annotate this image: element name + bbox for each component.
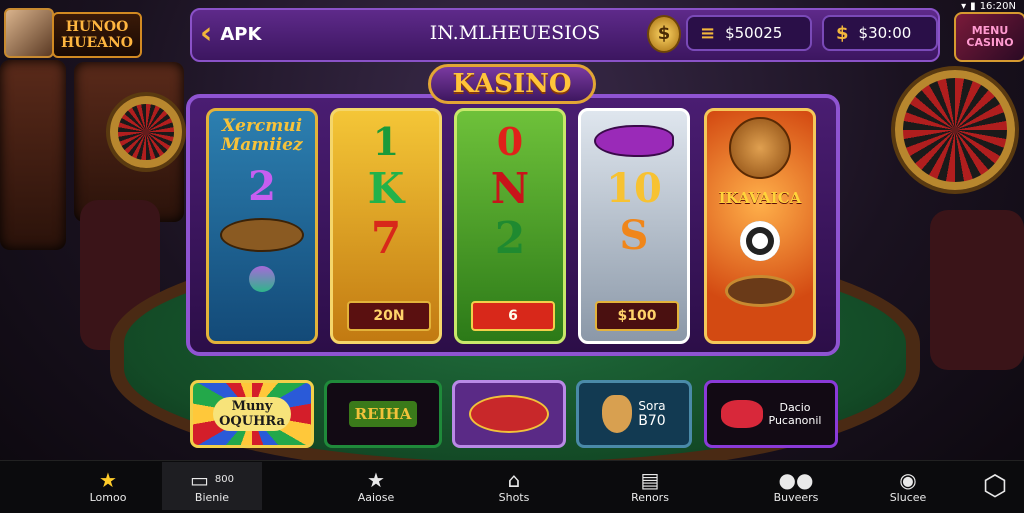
nav-item-settings[interactable]: ⬡ <box>966 462 1024 510</box>
reel-4-symbol-2: 10 <box>606 165 662 212</box>
star-outline-icon: ★ <box>367 467 385 492</box>
info-icon: ◉ <box>899 467 917 492</box>
game-tile-2-label: REIHA <box>348 401 418 427</box>
reel-4-symbol-3: S <box>619 212 649 259</box>
game-tile-5-text: Dacio Pucanonil <box>769 401 822 427</box>
fish-icon <box>469 395 549 433</box>
turtle-icon <box>220 218 304 252</box>
card-icon: ▭ <box>190 467 209 492</box>
reel-5-label: IKAVAICA <box>718 189 802 207</box>
game-tile-5[interactable]: Dacio Pucanonil <box>704 380 838 448</box>
reel-1-title: Xercmui Mamiiez <box>221 116 303 155</box>
nav-label: Aaiose <box>357 490 395 504</box>
reel-2-symbol-3: 7 <box>370 213 402 264</box>
wifi-icon: ▾ <box>961 0 967 12</box>
nav-label: Bienie <box>194 490 230 504</box>
page-title: IN.MLHEUESIOS <box>429 22 601 44</box>
nav-label: Lomoo <box>89 490 127 504</box>
reel-1-symbol-2: 2 <box>248 163 276 210</box>
status-time: 16:20N <box>979 0 1016 12</box>
nav-item-aaiose[interactable]: ★ Aaiose <box>336 462 416 510</box>
reel-3-symbol-1: 0 <box>496 119 524 164</box>
kasino-banner: KASINO <box>428 64 596 104</box>
dice-icon <box>720 400 763 428</box>
brand-logo: HUNOO HUEANO <box>52 12 142 58</box>
nav-item-lomoo[interactable]: ★ Lomoo <box>66 462 150 510</box>
ball-icon <box>249 266 275 292</box>
chevron-left-icon: ‹ <box>200 16 213 51</box>
balance-2-value: $30:00 <box>858 24 912 42</box>
reel-2-symbol-2: K <box>367 164 405 213</box>
reel-2[interactable]: 1 K 7 20N <box>330 108 442 344</box>
background-slot-machine-left <box>0 60 66 250</box>
nav-item-bienie[interactable]: ▭ 800 Bienie <box>162 462 262 510</box>
reel-4[interactable]: 10 S $100 <box>578 108 690 344</box>
balance-pill-1[interactable]: ≡ $50025 <box>686 15 812 51</box>
reel-2-symbol-1: 1 <box>372 119 400 164</box>
game-tile-1[interactable]: Muny OQUHRa <box>190 380 314 448</box>
balance-1-value: $50025 <box>725 24 783 42</box>
users-icon: ●● <box>778 467 814 492</box>
reel-1[interactable]: Xercmui Mamiiez 2 <box>206 108 318 344</box>
nav-label: Renors <box>631 490 669 504</box>
balance-pill-2[interactable]: $ $30:00 <box>822 15 938 51</box>
game-tile-3[interactable] <box>452 380 566 448</box>
coin-icon[interactable]: $ <box>647 15 681 53</box>
star-icon: ★ <box>99 467 117 492</box>
game-tile-5-label: Dacio <box>779 401 811 414</box>
settings-icon: ⬡ <box>982 469 1008 502</box>
nav-item-renors[interactable]: ▤ Renors <box>610 462 690 510</box>
nav-item-shots[interactable]: ⌂ Shots <box>474 462 554 510</box>
reel-4-payout: $100 <box>595 301 679 331</box>
game-tile-5-sub: Pucanonil <box>768 414 822 427</box>
nav-label: Shots <box>498 490 530 504</box>
game-tile-4-value: B70 <box>638 413 666 429</box>
nav-item-buveers[interactable]: ●● Buveers <box>754 462 838 510</box>
background-roulette-right <box>895 70 1015 190</box>
game-tile-1-label: Muny OQUHRa <box>213 397 291 431</box>
menu-lines-icon: ≡ <box>700 22 716 44</box>
nav-icon-row: ▭ 800 <box>190 469 234 491</box>
menu-thumbnail[interactable]: MENU CASINO <box>954 12 1024 62</box>
back-label: APK <box>220 23 262 45</box>
dice-icon <box>740 221 780 261</box>
status-bar: ▾ ▮ 16:20N <box>961 0 1016 12</box>
game-tile-4[interactable]: Sora B70 <box>576 380 692 448</box>
reel-3-symbol-3: 2 <box>494 213 526 264</box>
nav-badge: 800 <box>214 474 234 485</box>
signal-icon: ▮ <box>970 0 976 12</box>
lion-icon <box>729 117 791 179</box>
reel-3-symbol-2: N <box>490 164 530 213</box>
dog-icon <box>602 395 633 433</box>
avatar[interactable] <box>4 8 54 58</box>
back-button[interactable]: ‹ APK <box>200 16 261 52</box>
reel-5[interactable]: IKAVAICA <box>704 108 816 344</box>
background-wheel-left <box>110 96 182 168</box>
reel-2-payout: 20N <box>347 301 431 331</box>
game-tile-4-label: Sora <box>638 399 666 413</box>
reel-3-payout: 6 <box>471 301 555 331</box>
nav-item-slucee[interactable]: ◉ Slucee <box>866 462 950 510</box>
nav-label: Buveers <box>773 490 819 504</box>
reel-3[interactable]: 0 N 2 6 <box>454 108 566 344</box>
dollar-icon: $ <box>836 22 849 44</box>
nav-label: Slucee <box>889 490 927 504</box>
roulette-icon <box>725 275 795 307</box>
shots-icon: ⌂ <box>507 467 521 492</box>
game-tile-2[interactable]: REIHA <box>324 380 442 448</box>
background-chair-right <box>930 210 1024 370</box>
screen-icon: ▤ <box>640 467 660 492</box>
game-tile-4-text: Sora B70 <box>638 399 665 429</box>
fish-icon <box>594 125 674 157</box>
